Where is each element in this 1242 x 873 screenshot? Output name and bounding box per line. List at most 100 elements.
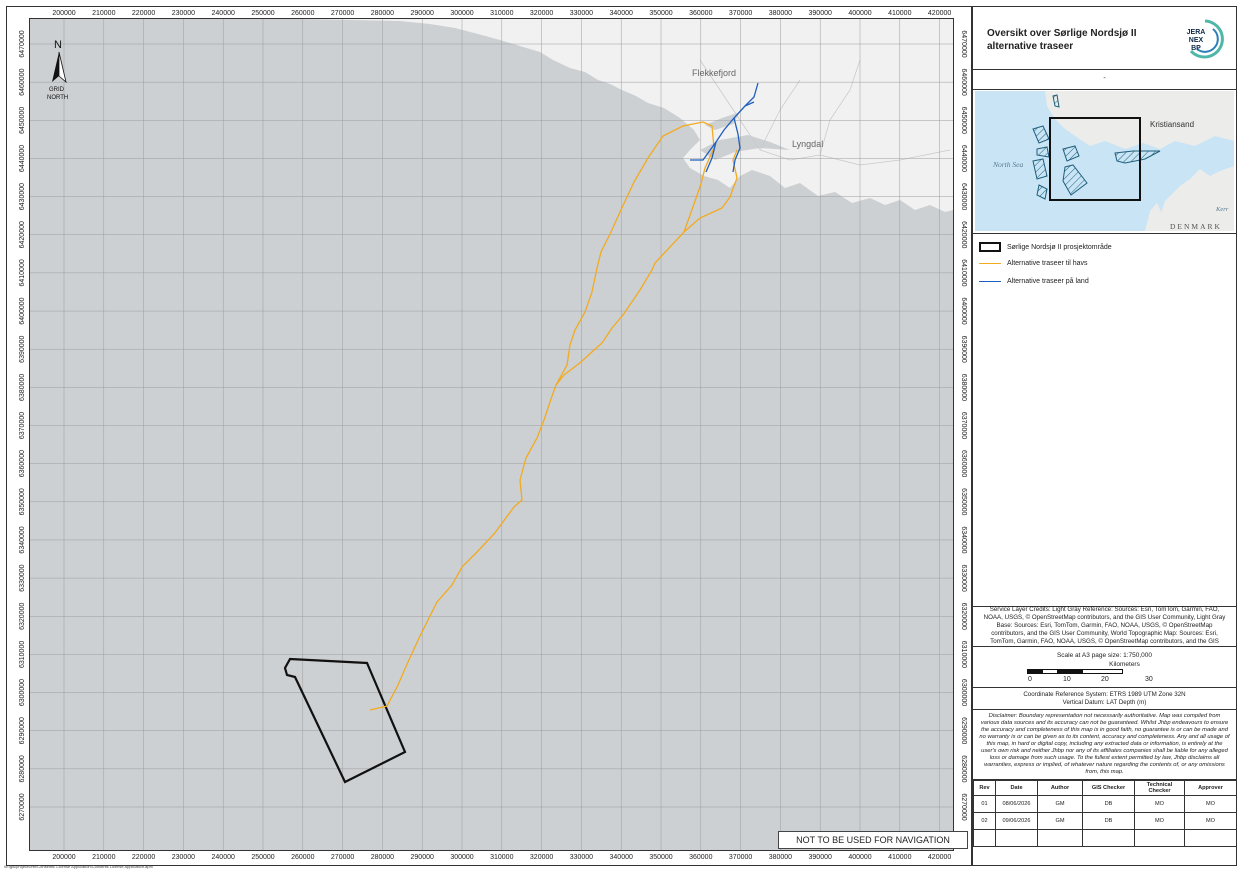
easting-tick-label: 320000 — [530, 10, 553, 17]
northing-tick-label: 6310000 — [960, 641, 967, 668]
northing-tick-label: 6380000 — [19, 374, 26, 401]
northing-tick-label: 6330000 — [19, 564, 26, 591]
northing-tick-label: 6280000 — [960, 755, 967, 782]
northing-tick-label: 6400000 — [960, 297, 967, 324]
easting-tick-label: 290000 — [411, 10, 434, 17]
easting-tick-label: 280000 — [371, 10, 394, 17]
svg-text:North Sea: North Sea — [992, 160, 1023, 169]
northing-tick-label: 6270000 — [960, 793, 967, 820]
easting-tick-label: 340000 — [610, 10, 633, 17]
northing-tick-label: 6340000 — [19, 526, 26, 553]
northing-tick-label: 6450000 — [960, 107, 967, 134]
map-title: Oversikt over Sørlige Nordsjø II alterna… — [987, 28, 1137, 52]
easting-tick-label: 370000 — [729, 10, 752, 17]
northing-tick-label: 6390000 — [19, 335, 26, 362]
easting-tick-label: 360000 — [689, 854, 712, 861]
easting-tick-label: 360000 — [689, 10, 712, 17]
revision-row: 01 08/06/2026 GM DB MO MO — [973, 795, 1237, 813]
northing-tick-label: 6280000 — [19, 755, 26, 782]
northing-tick-label: 6320000 — [19, 603, 26, 630]
northing-tick-label: 6310000 — [19, 641, 26, 668]
title-box: Oversikt over Sørlige Nordsjø II alterna… — [973, 7, 1236, 70]
northing-tick-label: 6450000 — [19, 107, 26, 134]
northing-tick-label: 6320000 — [960, 603, 967, 630]
northing-tick-label: 6350000 — [19, 488, 26, 515]
svg-text:Kristiansand: Kristiansand — [1150, 120, 1194, 129]
northing-tick-label: 6440000 — [960, 145, 967, 172]
easting-tick-label: 270000 — [331, 10, 354, 17]
easting-tick-label: 320000 — [530, 854, 553, 861]
easting-tick-label: 300000 — [450, 854, 473, 861]
northing-tick-label: 6420000 — [960, 221, 967, 248]
place-label-lyngdal: Lyngdal — [792, 139, 823, 149]
svg-text:Kerr: Kerr — [1215, 206, 1229, 213]
northing-tick-label: 6330000 — [960, 564, 967, 591]
easting-tick-label: 310000 — [490, 854, 513, 861]
northing-tick-label: 6420000 — [19, 221, 26, 248]
scale-bar — [1027, 669, 1123, 674]
northing-tick-label: 6350000 — [960, 488, 967, 515]
easting-tick-label: 290000 — [411, 854, 434, 861]
map-side-panel: Oversikt over Sørlige Nordsjø II alterna… — [972, 6, 1237, 866]
easting-tick-label: 380000 — [769, 10, 792, 17]
easting-tick-label: 340000 — [610, 854, 633, 861]
northing-tick-label: 6430000 — [960, 183, 967, 210]
easting-tick-label: 300000 — [450, 10, 473, 17]
northing-tick-label: 6430000 — [19, 183, 26, 210]
easting-tick-label: 400000 — [848, 854, 871, 861]
easting-tick-label: 260000 — [291, 10, 314, 17]
legend-item-project-area: Sørlige Nordsjø II prosjektområde — [979, 242, 1112, 252]
easting-tick-label: 200000 — [52, 10, 75, 17]
easting-tick-label: 200000 — [52, 854, 75, 861]
northing-tick-label: 6360000 — [19, 450, 26, 477]
easting-tick-label: 400000 — [848, 10, 871, 17]
northing-tick-label: 6360000 — [960, 450, 967, 477]
northing-tick-label: 6410000 — [960, 259, 967, 286]
file-path-note: W:\gis\project\orth\Consents\ License Ap… — [4, 864, 153, 869]
northing-tick-label: 6470000 — [19, 30, 26, 57]
easting-tick-label: 410000 — [888, 854, 911, 861]
logo-text: JERA NEX BP — [1186, 29, 1206, 52]
northing-tick-label: 6300000 — [19, 679, 26, 706]
subtitle: - — [973, 69, 1236, 90]
svg-text:DENMARK: DENMARK — [1170, 222, 1222, 231]
legend-item-onshore-route: Alternative traseer på land — [979, 278, 1089, 285]
easting-tick-label: 210000 — [92, 854, 115, 861]
easting-tick-label: 250000 — [251, 10, 274, 17]
northing-tick-label: 6340000 — [960, 526, 967, 553]
northing-tick-label: 6410000 — [19, 259, 26, 286]
easting-tick-label: 260000 — [291, 854, 314, 861]
northing-tick-label: 6370000 — [19, 412, 26, 439]
easting-tick-label: 240000 — [212, 854, 235, 861]
northing-tick-label: 6460000 — [19, 68, 26, 95]
northing-tick-label: 6300000 — [960, 679, 967, 706]
northing-tick-label: 6400000 — [19, 297, 26, 324]
easting-tick-label: 370000 — [729, 854, 752, 861]
svg-text:NORTH: NORTH — [47, 95, 68, 101]
revision-row: 02 09/06/2026 GM DB MO MO — [973, 812, 1237, 830]
svg-text:N: N — [54, 39, 62, 51]
svg-text:GRID: GRID — [49, 87, 65, 93]
easting-tick-label: 420000 — [928, 10, 951, 17]
easting-tick-label: 220000 — [132, 854, 155, 861]
easting-tick-label: 270000 — [331, 854, 354, 861]
easting-tick-label: 350000 — [649, 10, 672, 17]
easting-tick-label: 350000 — [649, 854, 672, 861]
easting-tick-label: 330000 — [570, 10, 593, 17]
easting-tick-label: 310000 — [490, 10, 513, 17]
northing-tick-label: 6440000 — [19, 145, 26, 172]
place-label-flekkefjord: Flekkefjord — [692, 68, 736, 78]
revision-header-row: Rev Date Author GIS Checker Technical Ch… — [973, 780, 1237, 796]
easting-tick-label: 240000 — [212, 10, 235, 17]
easting-tick-label: 230000 — [172, 854, 195, 861]
navigation-warning: NOT TO BE USED FOR NAVIGATION — [778, 831, 968, 849]
overview-inset-map: Kristiansand North Sea DENMARK Kerr — [975, 91, 1234, 231]
northing-tick-label: 6380000 — [960, 374, 967, 401]
legend: Sørlige Nordsjø II prosjektområde Altern… — [973, 233, 1236, 607]
disclaimer: Disclaimer: Boundary representation not … — [973, 710, 1236, 780]
easting-tick-label: 280000 — [371, 854, 394, 861]
northing-tick-label: 6370000 — [960, 412, 967, 439]
easting-tick-label: 420000 — [928, 854, 951, 861]
easting-tick-label: 230000 — [172, 10, 195, 17]
service-layer-credits: Service Layer Credits: Light Gray Refere… — [973, 605, 1236, 647]
